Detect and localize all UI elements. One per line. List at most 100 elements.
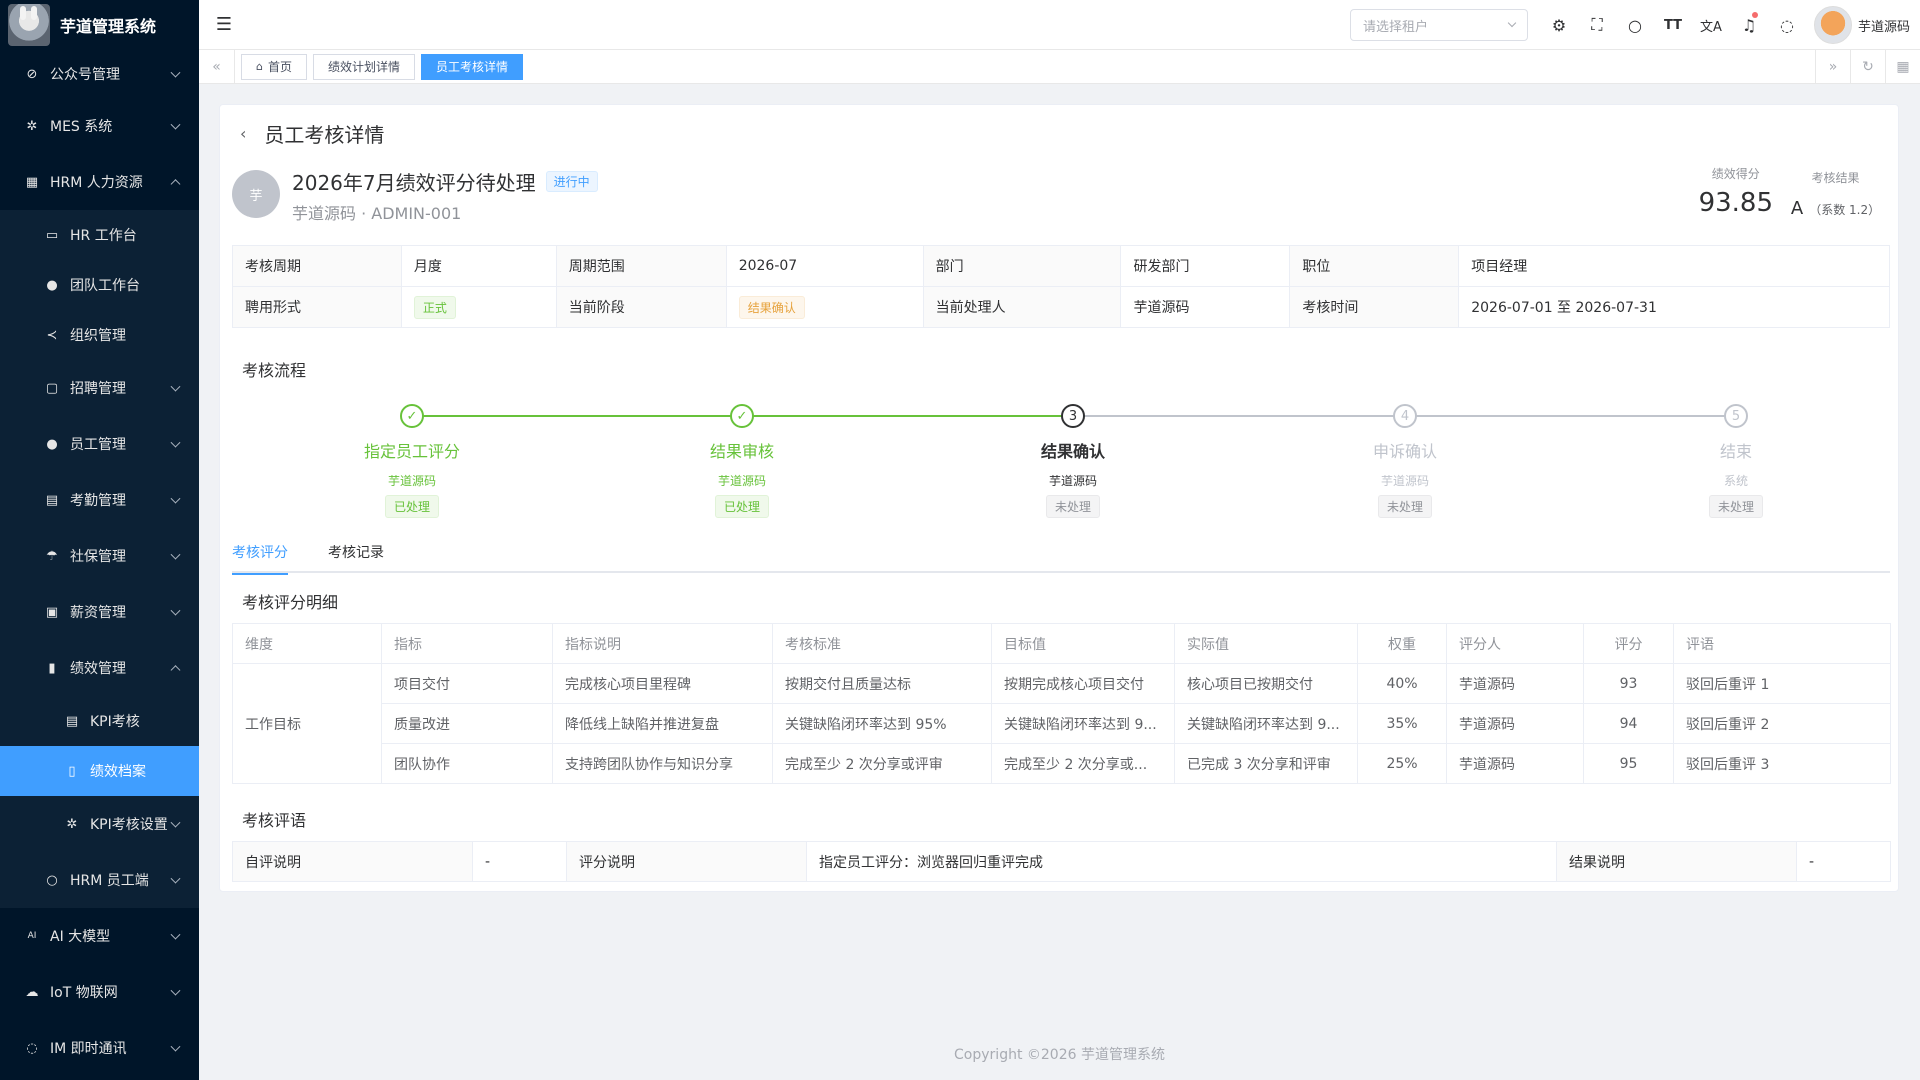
sidebar-item-label: HRM 人力资源 [50, 175, 143, 191]
bar-chart-icon: ▮ [48, 660, 56, 676]
tab-records[interactable]: 考核记录 [328, 533, 384, 573]
sidebar-item-iot[interactable]: ☁ IoT 物联网 [0, 964, 199, 1020]
sidebar-item-im[interactable]: ◌ IM 即时通讯 [0, 1020, 199, 1076]
table-cell: 支持跨团队协作与知识分享 [552, 743, 773, 784]
step-status: 未处理 [1045, 495, 1100, 518]
grid-icon[interactable]: ▦ [1885, 50, 1920, 84]
bell-icon[interactable]: ♫ [1730, 0, 1768, 50]
chevron-down-icon [170, 437, 181, 448]
column-header: 考核标准 [772, 623, 992, 664]
sidebar-item-team-workbench[interactable]: ● 团队工作台 [0, 260, 199, 310]
table-cell: 质量改进 [381, 703, 553, 744]
chevron-down-icon [170, 119, 181, 130]
table-cell: 降低线上缺陷并推进复盘 [552, 703, 773, 744]
wechat-icon: ⊘ [26, 66, 38, 82]
table-cell: 关键缺陷闭环率达到 9... [991, 703, 1175, 744]
tag-employee-detail[interactable]: 员工考核详情 [421, 53, 524, 80]
table-cell: 93 [1583, 663, 1674, 704]
comments-table: 自评说明 - 评分说明 指定员工评分：浏览器回归重评完成 结果说明 - [232, 841, 1891, 882]
user-icon: ● [46, 436, 58, 452]
translate-icon[interactable]: 文A [1692, 0, 1730, 50]
sidebar-item-kpi[interactable]: ▤ KPI考核 [0, 696, 199, 746]
tab-score[interactable]: 考核评分 [232, 533, 288, 575]
sidebar: 芋道管理系统 ⊘ 公众号管理 ✲ MES 系统 ▦ HRM 人力资源 ▭ HR … [0, 0, 199, 1080]
chevron-down-icon [170, 873, 181, 884]
sidebar-item-kpi-settings[interactable]: ✲ KPI考核设置 [0, 796, 199, 852]
sidebar-item-label: HR 工作台 [70, 228, 137, 244]
column-header: 评语 [1673, 623, 1891, 664]
chevron-down-icon [170, 1041, 181, 1052]
step-title: 结果审核 [709, 442, 774, 461]
sidebar-item-wechat[interactable]: ⊘ 公众号管理 [0, 50, 199, 98]
avatar [1813, 6, 1852, 44]
sidebar-item-recruit[interactable]: ▢ 招聘管理 [0, 360, 199, 416]
tenant-placeholder: 请选择租户 [1362, 19, 1428, 35]
sidebar-item-attendance[interactable]: ▤ 考勤管理 [0, 472, 199, 528]
comment-value: - [1796, 841, 1891, 882]
step-person: 芋道源码 [717, 474, 766, 488]
table-header-row: 维度 指标 指标说明 考核标准 目标值 实际值 权重 评分人 评分 评语 [232, 623, 1891, 664]
step-number: 5 [1724, 404, 1748, 428]
tag-plan-detail[interactable]: 绩效计划详情 [313, 53, 416, 80]
settings-icon[interactable]: ⚙ [1540, 0, 1578, 50]
result-label: 考核结果 [1811, 171, 1860, 185]
back-icon[interactable]: ‹ [240, 124, 246, 143]
refresh-icon[interactable]: ↻ [1850, 50, 1885, 84]
logo[interactable]: 芋道管理系统 [0, 0, 199, 50]
sidebar-item-employee[interactable]: ● 员工管理 [0, 416, 199, 472]
sidebar-item-hrm-employee[interactable]: ○ HRM 员工端 [0, 852, 199, 908]
flow-step: ✓ 指定员工评分 芋道源码 已处理 [312, 399, 512, 518]
user-icon: ● [46, 277, 58, 293]
info-value: 月度 [400, 245, 557, 287]
chevron-down-icon [170, 549, 181, 560]
sidebar-item-archive[interactable]: ▯ 绩效档案 [0, 746, 199, 796]
record-subtitle: 芋道源码 · ADMIN-001 [292, 204, 462, 223]
building-icon: ▦ [25, 174, 39, 190]
sidebar-item-mes[interactable]: ✲ MES 系统 [0, 98, 199, 154]
sidebar-item-label: 薪资管理 [70, 605, 126, 621]
table-cell: 驳回后重评 1 [1673, 663, 1891, 704]
sidebar-item-performance[interactable]: ▮ 绩效管理 [0, 640, 199, 696]
cloud-icon: ☁ [25, 984, 39, 1000]
avatar: 芋 [232, 170, 280, 218]
double-chevron-left-icon[interactable]: « [199, 49, 235, 84]
table-cell: 40% [1357, 663, 1447, 704]
search-icon[interactable]: ○ [1616, 0, 1654, 50]
comment-value: - [472, 841, 567, 882]
chevron-down-icon [170, 985, 181, 996]
chevron-down-icon [170, 605, 181, 616]
comment-label: 自评说明 [232, 841, 473, 882]
sidebar-item-label: HRM 员工端 [70, 873, 149, 889]
check-icon: ✓ [730, 404, 754, 428]
user-menu[interactable]: 芋道源码 [1813, 6, 1910, 44]
tenant-select[interactable]: 请选择租户 [1349, 9, 1528, 41]
sidebar-item-label: 招聘管理 [70, 381, 126, 397]
double-chevron-right-icon[interactable]: » [1815, 50, 1850, 84]
message-icon[interactable]: ◌ [1768, 0, 1806, 50]
check-icon: ✓ [400, 404, 424, 428]
tag-label: 首页 [267, 60, 292, 74]
sidebar-item-hrm[interactable]: ▦ HRM 人力资源 [0, 154, 199, 210]
sidebar-item-label: 团队工作台 [70, 278, 140, 294]
sidebar-item-ai[interactable]: AI AI 大模型 [0, 908, 199, 964]
stage-tag: 结果确认 [738, 295, 805, 319]
record-title-text: 2026年7月绩效评分待处理 [292, 171, 536, 195]
tag-home[interactable]: ⌂ 首页 [241, 53, 307, 80]
sidebar-item-label: 绩效档案 [90, 764, 146, 780]
comment-value: 指定员工评分：浏览器回归重评完成 [806, 841, 1557, 882]
column-header: 实际值 [1174, 623, 1358, 664]
detail-card: ‹ 员工考核详情 芋 2026年7月绩效评分待处理 进行中 芋道源码 · ADM… [219, 104, 1899, 892]
table-cell: 完成至少 2 次分享或评审 [772, 743, 992, 784]
font-size-icon[interactable]: TT [1654, 0, 1692, 50]
table-cell: 项目交付 [381, 663, 553, 704]
sidebar-item-social[interactable]: ☂ 社保管理 [0, 528, 199, 584]
hamburger-icon[interactable]: ☰ [199, 0, 249, 50]
chevron-up-icon [170, 665, 181, 676]
top-navbar: ☰ 请选择租户 ⚙ ⛶ ○ TT 文A ♫ ◌ 芋道源码 [199, 0, 1920, 50]
sidebar-item-hr-workbench[interactable]: ▭ HR 工作台 [0, 210, 199, 260]
calendar-icon: ▤ [65, 713, 79, 729]
sidebar-item-salary[interactable]: ▣ 薪资管理 [0, 584, 199, 640]
chevron-down-icon [1507, 18, 1517, 28]
fullscreen-icon[interactable]: ⛶ [1578, 0, 1616, 50]
sidebar-item-org[interactable]: ≺ 组织管理 [0, 310, 199, 360]
